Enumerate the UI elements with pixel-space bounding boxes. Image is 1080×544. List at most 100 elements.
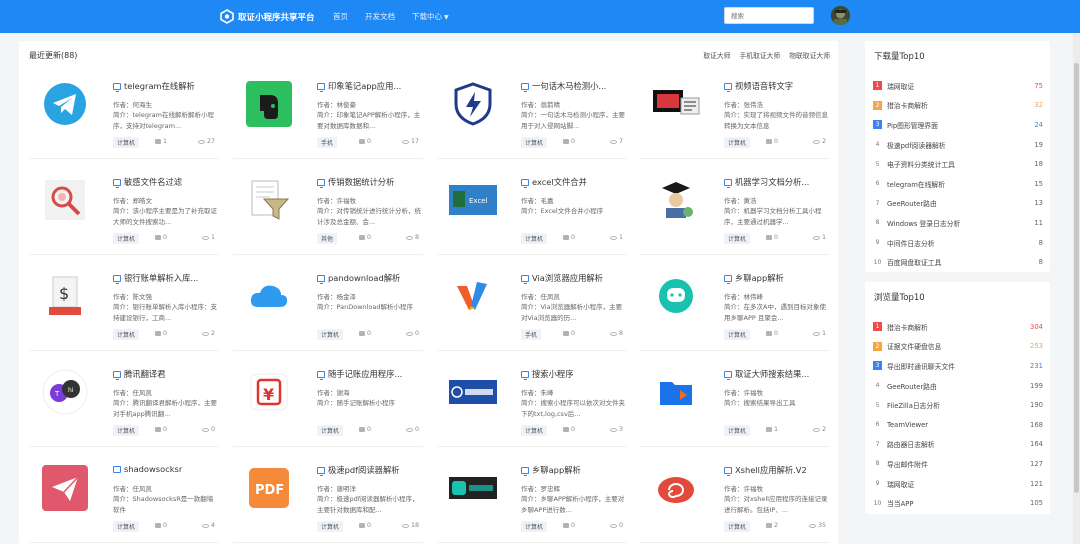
- category-tag[interactable]: 手机: [521, 329, 542, 340]
- category-tag[interactable]: 计算机: [724, 137, 751, 148]
- graduate-robot-icon[interactable]: [651, 177, 701, 223]
- category-tag[interactable]: 计算机: [113, 425, 140, 436]
- pdf-file-icon[interactable]: PDF: [244, 465, 294, 511]
- filter-mobile-forensic-master[interactable]: 手机取证大师: [739, 50, 780, 60]
- category-tag[interactable]: 计算机: [521, 233, 548, 244]
- card-title[interactable]: 搜索小程序: [521, 368, 625, 380]
- rank-name[interactable]: 猎治卡商解析: [887, 100, 1013, 110]
- rank-item[interactable]: 9 瑞网取证 121: [873, 474, 1043, 494]
- rank-name[interactable]: FileZilla日志分析: [887, 400, 1013, 410]
- category-tag[interactable]: 计算机: [724, 233, 751, 244]
- search-brand-icon[interactable]: [448, 369, 498, 415]
- rank-name[interactable]: 中间件日志分析: [887, 238, 1013, 248]
- card-title[interactable]: 银行账单解析入库...: [113, 272, 217, 284]
- like-count[interactable]: 0: [563, 522, 575, 529]
- category-tag[interactable]: 手机: [317, 137, 338, 148]
- card-title[interactable]: 极速pdf阅读器解析: [317, 464, 421, 476]
- card-title[interactable]: 腾讯翻译君: [113, 368, 217, 380]
- category-tag[interactable]: 计算机: [724, 329, 751, 340]
- rank-item[interactable]: 3 Pip图形管理界面 24: [873, 115, 1043, 135]
- folder-export-icon[interactable]: [651, 369, 701, 415]
- card-title[interactable]: Via浏览器应用解析: [521, 272, 625, 284]
- rank-name[interactable]: 电子资料分类统计工具: [887, 159, 1013, 169]
- like-count[interactable]: 1: [766, 426, 778, 433]
- category-tag[interactable]: 计算机: [113, 137, 140, 148]
- like-count[interactable]: 0: [766, 138, 778, 145]
- category-tag[interactable]: 计算机: [724, 425, 751, 436]
- rank-item[interactable]: 1 瑞网取证 75: [873, 76, 1043, 96]
- rank-item[interactable]: 6 telegram在线解析 15: [873, 174, 1043, 194]
- scrollbar-thumb[interactable]: [1074, 63, 1079, 493]
- app-card[interactable]: ¥ 随手记账应用程序... 作者：谢海 简介：随手记账解析小程序 计算机 0 0: [233, 359, 423, 447]
- like-count[interactable]: 0: [359, 522, 371, 529]
- rank-name[interactable]: telegram在线解析: [887, 179, 1013, 189]
- chat-face-icon[interactable]: [651, 273, 701, 319]
- category-tag[interactable]: 计算机: [317, 329, 344, 340]
- card-title[interactable]: 一句话木马检测小...: [521, 80, 625, 92]
- card-title[interactable]: 敏感文件名过滤: [113, 176, 217, 188]
- app-card[interactable]: 一句话木马检测小... 作者：翁箭晴 简介：一句话木马检测小程序，主要用于对入侵网站…: [437, 71, 627, 159]
- category-tag[interactable]: 计算机: [317, 425, 344, 436]
- rank-name[interactable]: 导出即时通讯聊天文件: [887, 361, 1013, 371]
- rank-name[interactable]: GeeRouter路由: [887, 381, 1013, 391]
- app-card[interactable]: $ 银行账单解析入库... 作者：陈文强 简介：银行账单解析入库小程序：支持建设银行，…: [29, 263, 219, 351]
- app-card[interactable]: PDF 极速pdf阅读器解析 作者：唐明洋 简介：极速pdf阅读器解析小程序，主要针对…: [233, 455, 423, 543]
- card-title[interactable]: 传销数据统计分析: [317, 176, 421, 188]
- translate-bubbles-icon[interactable]: Thi: [40, 369, 90, 415]
- shell-spiral-icon[interactable]: [651, 465, 701, 511]
- like-count[interactable]: 0: [155, 522, 167, 529]
- page-scrollbar[interactable]: [1073, 33, 1080, 544]
- avatar[interactable]: [831, 6, 850, 25]
- video-to-text-icon[interactable]: [651, 81, 701, 127]
- rank-name[interactable]: 百度网盘取证工具: [887, 257, 1013, 267]
- like-count[interactable]: 2: [766, 522, 778, 529]
- app-card[interactable]: Thi 腾讯翻译君 作者：任风凯 简介：腾讯翻译君解析小程序，主要对手机app腾讯翻.…: [29, 359, 219, 447]
- rank-item[interactable]: 2 证据文件硬盘信息 253: [873, 337, 1043, 357]
- category-tag[interactable]: 计算机: [724, 521, 751, 532]
- card-title[interactable]: 视频语音转文字: [724, 80, 828, 92]
- app-card[interactable]: 乡聊app解析 作者：林伟峰 简介：在多次A中，遇到目标对象使用乡聊APP 且聚会.…: [640, 263, 830, 351]
- rank-name[interactable]: GeeRouter路由: [887, 198, 1013, 208]
- rank-item[interactable]: 4 极速pdf阅读器解析 19: [873, 135, 1043, 155]
- rank-name[interactable]: 路由器日志解析: [887, 439, 1013, 449]
- xiangliao-brand-icon[interactable]: [448, 465, 498, 511]
- app-card[interactable]: telegram在线解析 作者：何海生 简介：telegram在线解析解析小程序，支…: [29, 71, 219, 159]
- rank-item[interactable]: 10 当当APP 105: [873, 493, 1043, 513]
- card-title[interactable]: telegram在线解析: [113, 80, 217, 92]
- rank-name[interactable]: 猎治卡商解析: [887, 322, 1013, 332]
- excel-merge-icon[interactable]: Excel: [448, 177, 498, 223]
- app-card[interactable]: shadowsocksr 作者：任风凯 简介：ShadowsocksR是一款翻墙软件…: [29, 455, 219, 543]
- rank-item[interactable]: 3 导出即时通讯聊天文件 231: [873, 356, 1043, 376]
- card-title[interactable]: 机器学习文档分析...: [724, 176, 828, 188]
- rank-item[interactable]: 7 路由器日志解析 164: [873, 435, 1043, 455]
- app-card[interactable]: Xshell应用解析.V2 作者：许福牧 简介：对xshell应用程序的连接记录进行…: [640, 455, 830, 543]
- shield-lightning-icon[interactable]: [448, 81, 498, 127]
- like-count[interactable]: 1: [155, 138, 167, 145]
- app-card[interactable]: pandownload解析 作者：杨金泽 简介：PanDownload解析小程序 计算…: [233, 263, 423, 351]
- category-tag[interactable]: 计算机: [113, 329, 140, 340]
- card-title[interactable]: pandownload解析: [317, 272, 421, 284]
- nav-home[interactable]: 首页: [333, 11, 348, 22]
- nav-downloads[interactable]: 下载中心 ▼: [412, 11, 449, 22]
- rank-name[interactable]: TeamViewer: [887, 421, 1013, 429]
- via-browser-icon[interactable]: [448, 273, 498, 319]
- rank-name[interactable]: Windows 登录日志分析: [887, 218, 1013, 228]
- like-count[interactable]: 0: [359, 234, 371, 241]
- evernote-logo-icon[interactable]: [244, 81, 294, 127]
- like-count[interactable]: 0: [359, 138, 371, 145]
- card-title[interactable]: Xshell应用解析.V2: [724, 464, 828, 476]
- brand[interactable]: 取证小程序共享平台: [220, 8, 315, 25]
- rank-name[interactable]: 瑞网取证: [887, 81, 1013, 91]
- rank-name[interactable]: Pip图形管理界面: [887, 120, 1013, 130]
- filter-forensic-master[interactable]: 取证大师: [703, 50, 730, 60]
- app-card[interactable]: Excel excel文件合并 作者：毛嘉 简介：Excel文件合并小程序 计算机 0 1: [437, 167, 627, 255]
- search-input[interactable]: [724, 7, 814, 24]
- funnel-document-icon[interactable]: [244, 177, 294, 223]
- rank-item[interactable]: 8 导出邮件附件 127: [873, 454, 1043, 474]
- bill-dollar-icon[interactable]: $: [40, 273, 90, 319]
- nav-docs[interactable]: 开发文档: [365, 11, 395, 22]
- rank-item[interactable]: 8 Windows 登录日志分析 11: [873, 213, 1043, 233]
- app-card[interactable]: Via浏览器应用解析 作者：任凤凯 简介：Via浏览器解析小程序，主要对Via浏览器…: [437, 263, 627, 351]
- app-card[interactable]: 传销数据统计分析 作者：许福牧 简介：对传销统计进行统计分析，统计涉及总金额、会..…: [233, 167, 423, 255]
- rank-item[interactable]: 5 FileZilla日志分析 190: [873, 395, 1043, 415]
